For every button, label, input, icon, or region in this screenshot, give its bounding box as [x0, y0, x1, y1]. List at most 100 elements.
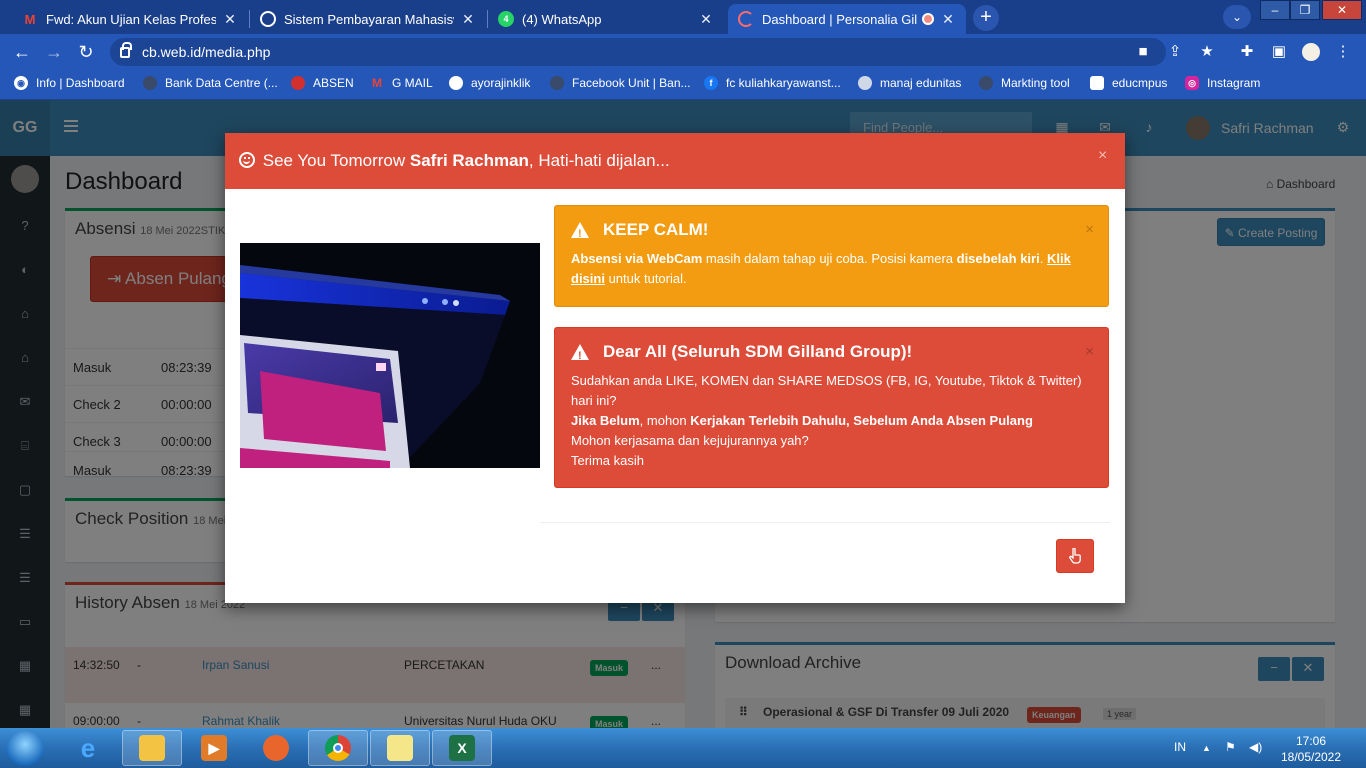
bookmark-item[interactable]: M G MAIL — [370, 76, 433, 90]
media-player-icon[interactable]: ▶ — [184, 730, 244, 766]
bookmark-label: educmpus — [1112, 76, 1168, 90]
firefox-icon[interactable] — [246, 730, 306, 766]
modal-header-name: Safri Rachman — [409, 151, 529, 170]
close-icon[interactable]: ✕ — [940, 11, 956, 28]
tab-title: Sistem Pembayaran Mahasiswa v — [284, 11, 454, 27]
ie-glyph: e — [80, 732, 96, 763]
tab-dashboard[interactable]: Dashboard | Personalia Gilland ✕ — [728, 4, 966, 34]
close-icon[interactable]: ✕ — [222, 11, 238, 28]
tab-title: Dashboard | Personalia Gilland — [762, 11, 918, 27]
forward-arrow-icon[interactable]: → — [44, 42, 64, 62]
warning-icon — [571, 344, 589, 366]
share-icon[interactable]: ⇪ — [1166, 43, 1184, 61]
absen-confirm-button[interactable] — [1056, 539, 1094, 573]
bookmarks-bar: ◉ Info | Dashboard Bank Data Centre (... … — [0, 70, 1366, 100]
new-tab-button[interactable]: + — [973, 5, 999, 31]
windows-taskbar: e ▶ X IN ▲ ⚑ ◀) 17:06 18/05/2022 — [0, 728, 1366, 768]
alert-close-icon[interactable]: × — [1085, 220, 1094, 240]
menu-dots-icon[interactable]: ⋮ — [1334, 43, 1352, 61]
tab-pembayaran[interactable]: Sistem Pembayaran Mahasiswa v ✕ — [250, 4, 486, 34]
alert-title-text: Dear All (Seluruh SDM Gilland Group)! — [603, 342, 913, 361]
internet-explorer-icon[interactable]: e — [58, 730, 118, 766]
site-icon — [858, 76, 872, 90]
lock-icon — [120, 41, 132, 58]
gmail-icon: M — [372, 76, 382, 90]
webcam-preview — [240, 243, 540, 468]
alert-text: . — [1039, 251, 1047, 266]
folder-glyph — [139, 735, 165, 761]
globe-icon: ◉ — [14, 76, 28, 90]
facebook-icon: f — [704, 76, 718, 90]
modal-header: See You Tomorrow Safri Rachman, Hati-hat… — [225, 133, 1125, 189]
reload-icon[interactable]: ↻ — [76, 42, 96, 62]
alert-title-text: KEEP CALM! — [603, 220, 709, 239]
alert-bold-text: Absensi via WebCam — [571, 251, 703, 266]
chrome-glyph — [325, 735, 351, 761]
bookmark-label: G MAIL — [392, 76, 433, 90]
url-field[interactable]: cb.web.id/media.php — [110, 38, 1166, 66]
window-close-button[interactable]: ✕ — [1322, 0, 1362, 20]
alert-close-icon[interactable]: × — [1085, 342, 1094, 362]
excel-glyph: X — [449, 735, 475, 761]
bookmark-label: Instagram — [1207, 76, 1261, 90]
notes-glyph — [387, 735, 413, 761]
extensions-icon[interactable]: ✚ — [1238, 43, 1256, 61]
bookmark-item[interactable]: ayorajinklik — [449, 76, 530, 90]
maximize-button[interactable]: ❐ — [1290, 0, 1320, 20]
warning-icon — [571, 222, 589, 244]
network-flag-icon[interactable]: ⚑ — [1225, 740, 1236, 754]
browser-tab-strip: M Fwd: Akun Ujian Kelas Profesional ✕ Si… — [0, 0, 1366, 34]
alert-bold-text: Jika Belum — [571, 413, 640, 428]
clock-time: 17:06 — [1295, 734, 1327, 748]
alert-line: Terima kasih — [571, 453, 644, 468]
tray-chevron-icon[interactable]: ▲ — [1202, 743, 1211, 753]
alert-body: Sudahkan anda LIKE, KOMEN dan SHARE MEDS… — [571, 371, 1092, 471]
bookmark-item[interactable]: educmpus — [1090, 76, 1167, 90]
bookmark-label: ABSEN — [313, 76, 354, 90]
bookmark-item[interactable]: manaj edunitas — [858, 76, 961, 90]
medsos-alert: Dear All (Seluruh SDM Gilland Group)! Su… — [554, 327, 1109, 488]
bookmark-item[interactable]: Markting tool — [979, 76, 1070, 90]
bookmark-item[interactable]: f fc kuliahkaryawanst... — [704, 76, 841, 90]
bookmark-item[interactable]: ◉ Info | Dashboard — [14, 76, 125, 90]
modal-close-icon[interactable]: × — [1098, 147, 1107, 165]
tab-search-chevron-icon[interactable]: ⌄ — [1223, 5, 1251, 29]
side-panel-icon[interactable]: ▣ — [1270, 43, 1288, 61]
bookmark-label: ayorajinklik — [471, 76, 531, 90]
camera-icon[interactable]: ■ — [1134, 43, 1152, 61]
alert-line: Mohon kerjasama dan kejujurannya yah? — [571, 433, 809, 448]
profile-avatar[interactable] — [1302, 43, 1320, 61]
firefox-glyph — [263, 735, 289, 761]
file-explorer-icon[interactable] — [122, 730, 182, 766]
bookmark-label: Facebook Unit | Ban... — [572, 76, 691, 90]
alert-title: Dear All (Seluruh SDM Gilland Group)! — [571, 342, 1092, 366]
bookmark-item[interactable]: ◎ Instagram — [1185, 76, 1260, 90]
goodbye-modal: See You Tomorrow Safri Rachman, Hati-hat… — [225, 133, 1125, 603]
bookmark-item[interactable]: Bank Data Centre (... — [143, 76, 278, 90]
alert-title: KEEP CALM! — [571, 220, 1092, 244]
site-icon — [1090, 76, 1104, 90]
volume-icon[interactable]: ◀) — [1249, 740, 1262, 754]
modal-divider — [540, 522, 1110, 523]
close-icon[interactable]: ✕ — [698, 11, 714, 28]
bookmark-item[interactable]: ABSEN — [291, 76, 354, 90]
gmail-icon: M — [24, 11, 36, 27]
instagram-icon: ◎ — [1185, 76, 1199, 90]
system-clock[interactable]: 17:06 18/05/2022 — [1279, 733, 1343, 765]
sync-icon — [738, 11, 754, 27]
bookmark-star-icon[interactable]: ★ — [1198, 43, 1216, 61]
tab-gmail[interactable]: M Fwd: Akun Ujian Kelas Profesional ✕ — [12, 4, 248, 34]
excel-icon[interactable]: X — [432, 730, 492, 766]
tab-title: (4) WhatsApp — [522, 11, 602, 27]
sticky-notes-icon[interactable] — [370, 730, 430, 766]
tab-whatsapp[interactable]: 4 (4) WhatsApp ✕ — [488, 4, 724, 34]
language-indicator[interactable]: IN — [1174, 740, 1186, 754]
back-arrow-icon[interactable]: ← — [12, 42, 32, 62]
chrome-icon[interactable] — [308, 730, 368, 766]
minimize-button[interactable]: – — [1260, 0, 1290, 20]
site-icon — [143, 76, 157, 90]
start-button[interactable] — [6, 730, 44, 766]
close-icon[interactable]: ✕ — [460, 11, 476, 28]
keep-calm-alert: KEEP CALM! Absensi via WebCam masih dala… — [554, 205, 1109, 307]
bookmark-item[interactable]: Facebook Unit | Ban... — [550, 76, 691, 90]
